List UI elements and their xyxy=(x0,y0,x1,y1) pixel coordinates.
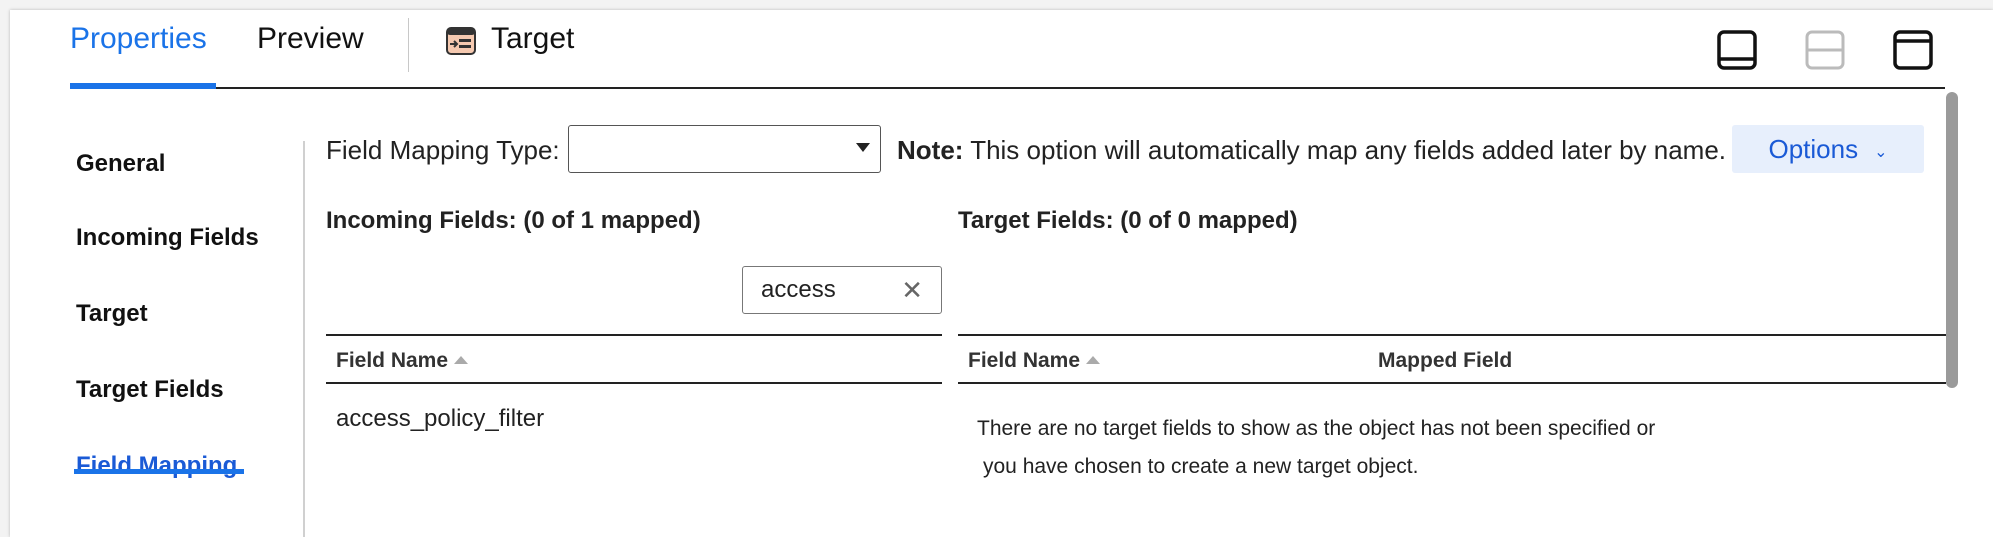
sort-ascending-icon xyxy=(454,356,469,364)
target-table-header: Field Name Mapped Field xyxy=(958,334,1946,384)
options-button-label: Options xyxy=(1768,133,1859,164)
mapping-note: Note: This option will automatically map… xyxy=(897,135,1726,166)
nav-item-target-fields[interactable]: Target Fields xyxy=(76,376,224,404)
layout-split-icon[interactable] xyxy=(1805,30,1845,70)
target-fields-title: Target Fields: (0 of 0 mapped) xyxy=(958,207,1298,234)
incoming-field-row[interactable]: access_policy_filter xyxy=(336,405,544,433)
empty-message-line-2: you have chosen to create a new target o… xyxy=(983,455,1419,478)
empty-message-line-1: There are no target fields to show as th… xyxy=(977,417,1656,440)
field-mapping-content: Field Mapping Type: Note: This option wi… xyxy=(326,90,1946,537)
search-input[interactable] xyxy=(761,275,891,305)
layout-top-panel-icon[interactable] xyxy=(1893,30,1933,70)
target-fields-empty-message: There are no target fields to show as th… xyxy=(977,410,1737,486)
tab-properties[interactable]: Properties xyxy=(70,20,216,89)
note-text: This option will automatically map any f… xyxy=(963,135,1727,165)
dropdown-caret-icon xyxy=(856,143,870,152)
tab-bar: Properties Preview Target xyxy=(70,10,1945,89)
field-mapping-type-label: Field Mapping Type: xyxy=(326,135,560,165)
nav-item-target[interactable]: Target xyxy=(76,300,148,328)
nav-item-field-mapping[interactable]: Field Mapping xyxy=(76,452,237,480)
options-button[interactable]: Options ⌄ xyxy=(1732,125,1924,173)
note-label: Note: xyxy=(897,135,964,165)
nav-item-incoming-fields[interactable]: Incoming Fields xyxy=(76,224,259,252)
properties-panel: Properties Preview Target General Incomi… xyxy=(10,10,1993,537)
target-col-field-name[interactable]: Field Name xyxy=(968,349,1101,373)
nav-active-indicator xyxy=(74,469,244,474)
tab-preview[interactable]: Preview xyxy=(257,20,364,88)
clear-icon[interactable]: ✕ xyxy=(901,277,923,303)
nav-item-general[interactable]: General xyxy=(76,150,165,178)
chevron-down-icon: ⌄ xyxy=(1874,144,1888,161)
tab-target[interactable]: Target xyxy=(445,20,574,88)
incoming-col-field-name[interactable]: Field Name xyxy=(336,349,469,373)
layout-bottom-panel-icon[interactable] xyxy=(1717,30,1757,70)
incoming-fields-search[interactable]: ✕ xyxy=(742,266,942,314)
incoming-col-field-name-label: Field Name xyxy=(336,349,449,372)
properties-nav: General Incoming Fields Target Target Fi… xyxy=(10,90,305,537)
tab-divider xyxy=(408,18,409,72)
target-col-mapped-field[interactable]: Mapped Field xyxy=(1378,349,1512,373)
field-mapping-type-select[interactable] xyxy=(568,125,881,173)
tab-target-label: Target xyxy=(491,22,575,55)
incoming-table-header: Field Name xyxy=(326,334,942,384)
layout-toggle-group xyxy=(1717,30,1933,70)
incoming-fields-title: Incoming Fields: (0 of 1 mapped) xyxy=(326,207,701,234)
target-col-field-name-label: Field Name xyxy=(968,349,1081,372)
target-object-icon xyxy=(446,27,476,55)
nav-divider xyxy=(303,141,305,537)
vertical-scrollbar[interactable] xyxy=(1946,92,1958,388)
sort-ascending-icon xyxy=(1086,356,1101,364)
